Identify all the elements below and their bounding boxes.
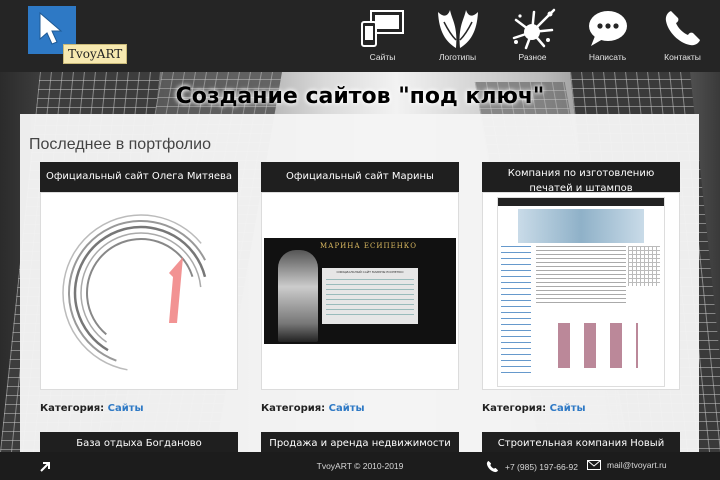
nav-item-misc[interactable]: Разное xyxy=(495,0,570,72)
nav-item-contacts[interactable]: Контакты xyxy=(645,0,720,72)
portfolio-card[interactable]: Компания по изготовлению печатей и штамп… xyxy=(482,162,680,414)
site-sidebar xyxy=(501,246,531,376)
nav-item-write[interactable]: Написать xyxy=(570,0,645,72)
nav-label: Логотипы xyxy=(438,52,477,62)
phone-icon xyxy=(486,460,499,473)
phone-number[interactable]: +7 (985) 197-66-92 xyxy=(505,462,578,472)
card-title[interactable]: Строительная компания Новый Формат xyxy=(482,432,680,452)
card-title[interactable]: Официальный сайт Марины Есипенко xyxy=(261,162,459,204)
card-thumbnail[interactable] xyxy=(482,192,680,390)
cursor-arrow-icon xyxy=(39,12,63,45)
nav-label: Разное xyxy=(518,52,547,62)
portfolio-panel: Последнее в портфолио Официальный сайт О… xyxy=(20,114,699,452)
card-title[interactable]: Компания по изготовлению печатей и штамп… xyxy=(482,162,680,194)
nav-label: Контакты xyxy=(664,52,701,62)
card-title[interactable]: База отдыха Богданово xyxy=(40,432,238,452)
singer-site-screenshot: МАРИНА ЕСИПЕНКО ОФИЦИАЛЬНЫЙ САЙТ МАРИНЫ … xyxy=(264,238,456,344)
phone-icon xyxy=(665,11,700,46)
card-title[interactable]: Официальный сайт Олега Митяева xyxy=(40,162,238,192)
wings-icon xyxy=(437,10,478,48)
footer-email[interactable]: mail@tvoyart.ru xyxy=(587,460,667,470)
portfolio-card[interactable]: База отдыха Богданово xyxy=(40,432,238,452)
site-banner xyxy=(518,209,644,243)
email-address[interactable]: mail@tvoyart.ru xyxy=(607,460,667,470)
nav-item-logos[interactable]: Логотипы xyxy=(420,0,495,72)
category-label: Категория: xyxy=(482,403,547,414)
nav-label: Сайты xyxy=(369,52,396,62)
site-products xyxy=(558,323,638,368)
page-title: Создание сайтов "под ключ" xyxy=(175,84,545,109)
category-link[interactable]: Сайты xyxy=(108,403,144,414)
category-link[interactable]: Сайты xyxy=(329,403,365,414)
site-header: TvoyART Сайты Логотипы Разное Написать К… xyxy=(0,0,720,72)
portfolio-card[interactable]: Официальный сайт Олега Митяева Категория… xyxy=(40,162,238,414)
circle-logo-thumbnail xyxy=(62,214,220,372)
portfolio-card[interactable]: Продажа и аренда недвижимости в Болгарии xyxy=(261,432,459,452)
card-title[interactable]: Продажа и аренда недвижимости в Болгарии xyxy=(261,432,459,452)
card-category: Категория: Сайты xyxy=(261,403,459,414)
nav-item-sites[interactable]: Сайты xyxy=(345,0,420,72)
card-thumbnail[interactable]: МАРИНА ЕСИПЕНКО ОФИЦИАЛЬНЫЙ САЙТ МАРИНЫ … xyxy=(261,192,459,390)
stamps-site-screenshot xyxy=(497,197,665,387)
site-logo[interactable]: TvoyART xyxy=(28,6,128,64)
site-content-title: ОФИЦИАЛЬНЫЙ САЙТ МАРИНЫ ЕСИПЕНКО xyxy=(336,270,404,274)
hero-background: Создание сайтов "под ключ" Последнее в п… xyxy=(0,72,720,452)
card-thumbnail[interactable] xyxy=(40,192,238,390)
portfolio-card[interactable]: Официальный сайт Марины Есипенко МАРИНА … xyxy=(261,162,459,414)
site-heading: МАРИНА ЕСИПЕНКО xyxy=(320,242,417,250)
site-footer: TvoyART © 2010-2019 +7 (985) 197-66-92 m… xyxy=(0,452,720,480)
site-price-table xyxy=(628,246,660,286)
nav-label: Написать xyxy=(588,52,627,62)
splash-icon xyxy=(512,8,555,50)
chat-bubble-icon xyxy=(588,11,627,46)
category-link[interactable]: Сайты xyxy=(550,403,586,414)
category-label: Категория: xyxy=(261,403,326,414)
site-content-box: ОФИЦИАЛЬНЫЙ САЙТ МАРИНЫ ЕСИПЕНКО xyxy=(322,268,418,324)
section-title: Последнее в портфолио xyxy=(29,136,211,153)
footer-phone[interactable]: +7 (985) 197-66-92 xyxy=(486,460,578,473)
card-category: Категория: Сайты xyxy=(482,403,680,414)
logo-text: TvoyART xyxy=(63,44,128,64)
main-nav: Сайты Логотипы Разное Написать Контакты xyxy=(345,0,720,72)
site-text xyxy=(536,246,626,306)
screens-icon xyxy=(360,10,404,47)
envelope-icon xyxy=(587,460,601,470)
category-label: Категория: xyxy=(40,403,105,414)
card-category: Категория: Сайты xyxy=(40,403,238,414)
singer-photo xyxy=(278,250,318,342)
site-header-bar xyxy=(498,198,664,206)
site-content-lines xyxy=(326,279,414,319)
portfolio-card[interactable]: Строительная компания Новый Формат xyxy=(482,432,680,452)
